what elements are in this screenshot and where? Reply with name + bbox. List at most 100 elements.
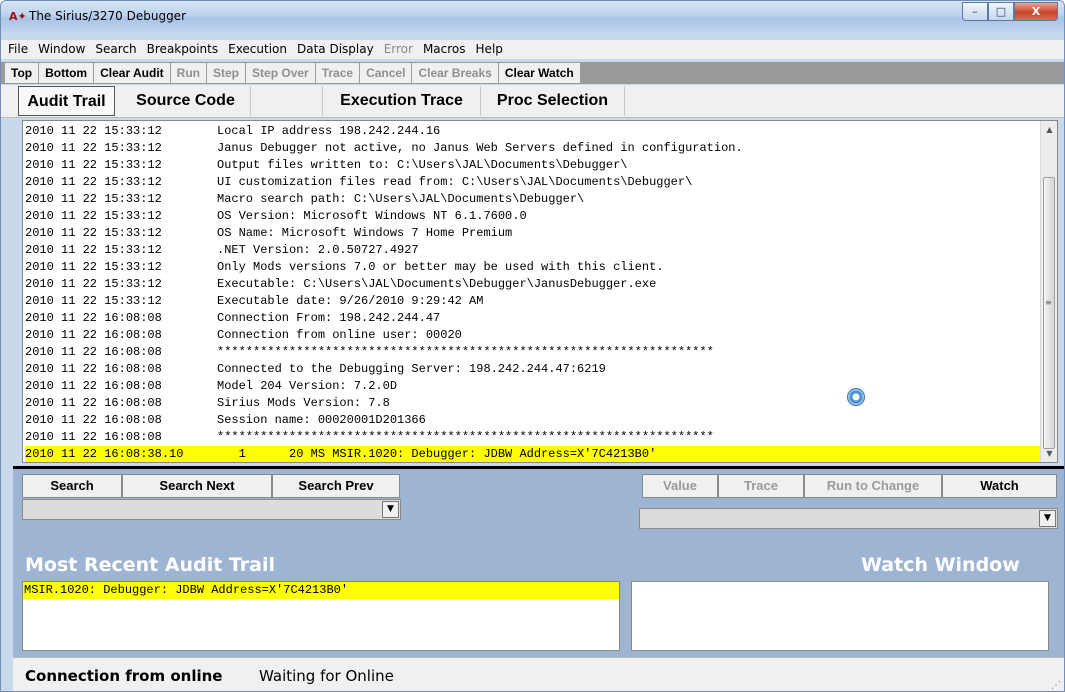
- audit-timestamp: 2010 11 22 15:33:12: [25, 158, 162, 172]
- audit-timestamp: 2010 11 22 16:08:08: [25, 413, 162, 427]
- audit-line[interactable]: 2010 11 22 16:08:08 *********************…: [25, 429, 1041, 446]
- menu-execution[interactable]: Execution: [223, 40, 292, 59]
- audit-message: OS Version: Microsoft Windows NT 6.1.760…: [217, 209, 527, 223]
- close-button[interactable]: X: [1014, 2, 1058, 21]
- tab-proc-selection[interactable]: Proc Selection: [481, 86, 625, 116]
- title-bar[interactable]: A✦ The Sirius/3270 Debugger – □ X: [1, 1, 1064, 33]
- audit-line[interactable]: 2010 11 22 15:33:12 Local IP address 198.…: [25, 123, 1041, 140]
- clear-breaks-button[interactable]: Clear Breaks: [412, 63, 499, 83]
- watch-combo[interactable]: ▼: [639, 508, 1058, 529]
- audit-trail-lines: 2010 11 22 15:33:12 Local IP address 198.…: [25, 123, 1041, 462]
- audit-message: ****************************************…: [217, 430, 714, 444]
- audit-line[interactable]: 2010 11 22 15:33:12 Executable: C:\Users\…: [25, 276, 1041, 293]
- audit-line[interactable]: 2010 11 22 15:33:12 UI customization file…: [25, 174, 1041, 191]
- maximize-button[interactable]: □: [988, 2, 1014, 21]
- watch-window-box[interactable]: [631, 581, 1049, 651]
- menu-macros[interactable]: Macros: [418, 40, 471, 59]
- audit-message: Only Mods versions 7.0 or better may be …: [217, 260, 664, 274]
- audit-message: Session name: 00020001D201366: [217, 413, 426, 427]
- audit-timestamp: 2010 11 22 15:33:12: [25, 141, 162, 155]
- step-button[interactable]: Step: [207, 63, 247, 83]
- step-over-button[interactable]: Step Over: [246, 63, 316, 83]
- menu-breakpoints[interactable]: Breakpoints: [142, 40, 223, 59]
- audit-message: Model 204 Version: 7.2.0D: [217, 379, 398, 393]
- value-button[interactable]: Value: [642, 474, 718, 498]
- search-next-button[interactable]: Search Next: [122, 474, 272, 498]
- audit-timestamp: 2010 11 22 16:08:08: [25, 430, 162, 444]
- audit-timestamp: 2010 11 22 15:33:12: [25, 260, 162, 274]
- audit-line[interactable]: 2010 11 22 15:33:12 Executable date: 9/26…: [25, 293, 1041, 310]
- most-recent-audit-box[interactable]: MSIR.1020: Debugger: JDBW Address=X'7C42…: [22, 581, 620, 651]
- audit-timestamp: 2010 11 22 15:33:12: [25, 243, 162, 257]
- audit-timestamp: 2010 11 22 16:08:08: [25, 311, 162, 325]
- search-button[interactable]: Search: [22, 474, 122, 498]
- audit-message: ****************************************…: [217, 345, 714, 359]
- audit-line[interactable]: 2010 11 22 16:08:08 Connection from onlin…: [25, 327, 1041, 344]
- audit-line[interactable]: 2010 11 22 16:08:08 *********************…: [25, 344, 1041, 361]
- audit-message: Sirius Mods Version: 7.8: [217, 396, 390, 410]
- app-icon: A✦: [9, 10, 27, 23]
- audit-timestamp: 2010 11 22 16:08:08: [25, 362, 162, 376]
- bottom-button[interactable]: Bottom: [39, 63, 95, 83]
- menu-help[interactable]: Help: [471, 40, 508, 59]
- audit-line[interactable]: 2010 11 22 16:08:08 Session name: 0002000…: [25, 412, 1041, 429]
- audit-line[interactable]: 2010 11 22 16:08:08 Sirius Mods Version: …: [25, 395, 1041, 412]
- audit-line[interactable]: 2010 11 22 16:08:08 Connection From: 198.…: [25, 310, 1041, 327]
- search-prev-button[interactable]: Search Prev: [272, 474, 400, 498]
- audit-message: Connected to the Debugging Server: 198.2…: [217, 362, 606, 376]
- audit-line[interactable]: 2010 11 22 15:33:12 Only Mods versions 7.…: [25, 259, 1041, 276]
- audit-trail-pane[interactable]: 2010 11 22 15:33:12 Local IP address 198.…: [22, 120, 1058, 463]
- tab-audit-trail[interactable]: Audit Trail: [18, 86, 115, 116]
- menu-file[interactable]: File: [3, 40, 33, 59]
- menu-search[interactable]: Search: [90, 40, 141, 59]
- menu-data-display[interactable]: Data Display: [292, 40, 379, 59]
- audit-timestamp: 2010 11 22 16:08:08: [25, 396, 162, 410]
- audit-line[interactable]: 2010 11 22 15:33:12 OS Version: Microsoft…: [25, 208, 1041, 225]
- busy-spinner-icon: [847, 388, 865, 406]
- chevron-down-icon[interactable]: ▼: [1039, 510, 1056, 527]
- audit-message: Macro search path: C:\Users\JAL\Document…: [217, 192, 585, 206]
- watch-trace-button[interactable]: Trace: [718, 474, 804, 498]
- chevron-down-icon[interactable]: ▼: [382, 501, 399, 518]
- menu-window[interactable]: Window: [33, 40, 90, 59]
- status-value: Waiting for Online: [259, 667, 394, 685]
- top-button[interactable]: Top: [5, 63, 40, 83]
- scroll-up-arrow-icon[interactable]: ▲: [1041, 121, 1057, 138]
- menu-error[interactable]: Error: [379, 40, 418, 59]
- audit-message: Connection From: 198.242.244.47: [217, 311, 441, 325]
- audit-line[interactable]: 2010 11 22 15:33:12 OS Name: Microsoft Wi…: [25, 225, 1041, 242]
- audit-scrollbar[interactable]: ▲ ≡ ▼: [1040, 121, 1057, 462]
- audit-line[interactable]: 2010 11 22 15:33:12 Janus Debugger not ac…: [25, 140, 1041, 157]
- audit-timestamp: 2010 11 22 15:33:12: [25, 226, 162, 240]
- audit-timestamp: 2010 11 22 16:08:38.10: [25, 447, 184, 461]
- trace-button[interactable]: Trace: [315, 63, 361, 83]
- audit-line[interactable]: 2010 11 22 16:08:38.10 1 20 MS MSIR.1020…: [25, 446, 1041, 462]
- scroll-down-arrow-icon[interactable]: ▼: [1041, 445, 1057, 462]
- resize-grip-icon[interactable]: ⋰: [1051, 680, 1061, 691]
- watch-button[interactable]: Watch: [942, 474, 1057, 498]
- audit-timestamp: 2010 11 22 15:33:12: [25, 192, 162, 206]
- audit-timestamp: 2010 11 22 16:08:08: [25, 328, 162, 342]
- audit-line[interactable]: 2010 11 22 15:33:12 .NET Version: 2.0.507…: [25, 242, 1041, 259]
- tab-execution-trace[interactable]: Execution Trace: [323, 86, 481, 116]
- audit-line[interactable]: 2010 11 22 15:33:12 Macro search path: C:…: [25, 191, 1041, 208]
- most-recent-audit-line: MSIR.1020: Debugger: JDBW Address=X'7C42…: [23, 582, 619, 599]
- clear-watch-button[interactable]: Clear Watch: [498, 63, 581, 83]
- tab-blank[interactable]: [251, 86, 323, 116]
- minimize-button[interactable]: –: [962, 2, 988, 21]
- cancel-button[interactable]: Cancel: [360, 63, 413, 83]
- audit-message: Local IP address 198.242.244.16: [217, 124, 441, 138]
- audit-message: .NET Version: 2.0.50727.4927: [217, 243, 419, 257]
- audit-line[interactable]: 2010 11 22 16:08:08 Connected to the Debu…: [25, 361, 1041, 378]
- window-controls: – □ X: [962, 2, 1058, 21]
- run-to-change-button[interactable]: Run to Change: [804, 474, 942, 498]
- most-recent-audit-title: Most Recent Audit Trail: [25, 554, 275, 576]
- clear-audit-button[interactable]: Clear Audit: [94, 63, 171, 83]
- search-combo[interactable]: ▼: [22, 499, 401, 520]
- audit-line[interactable]: 2010 11 22 16:08:08 Model 204 Version: 7.…: [25, 378, 1041, 395]
- status-label: Connection from online: [25, 667, 223, 685]
- run-button[interactable]: Run: [170, 63, 207, 83]
- audit-line[interactable]: 2010 11 22 15:33:12 Output files written …: [25, 157, 1041, 174]
- tab-source-code[interactable]: Source Code: [121, 86, 251, 116]
- scroll-thumb[interactable]: [1043, 177, 1055, 449]
